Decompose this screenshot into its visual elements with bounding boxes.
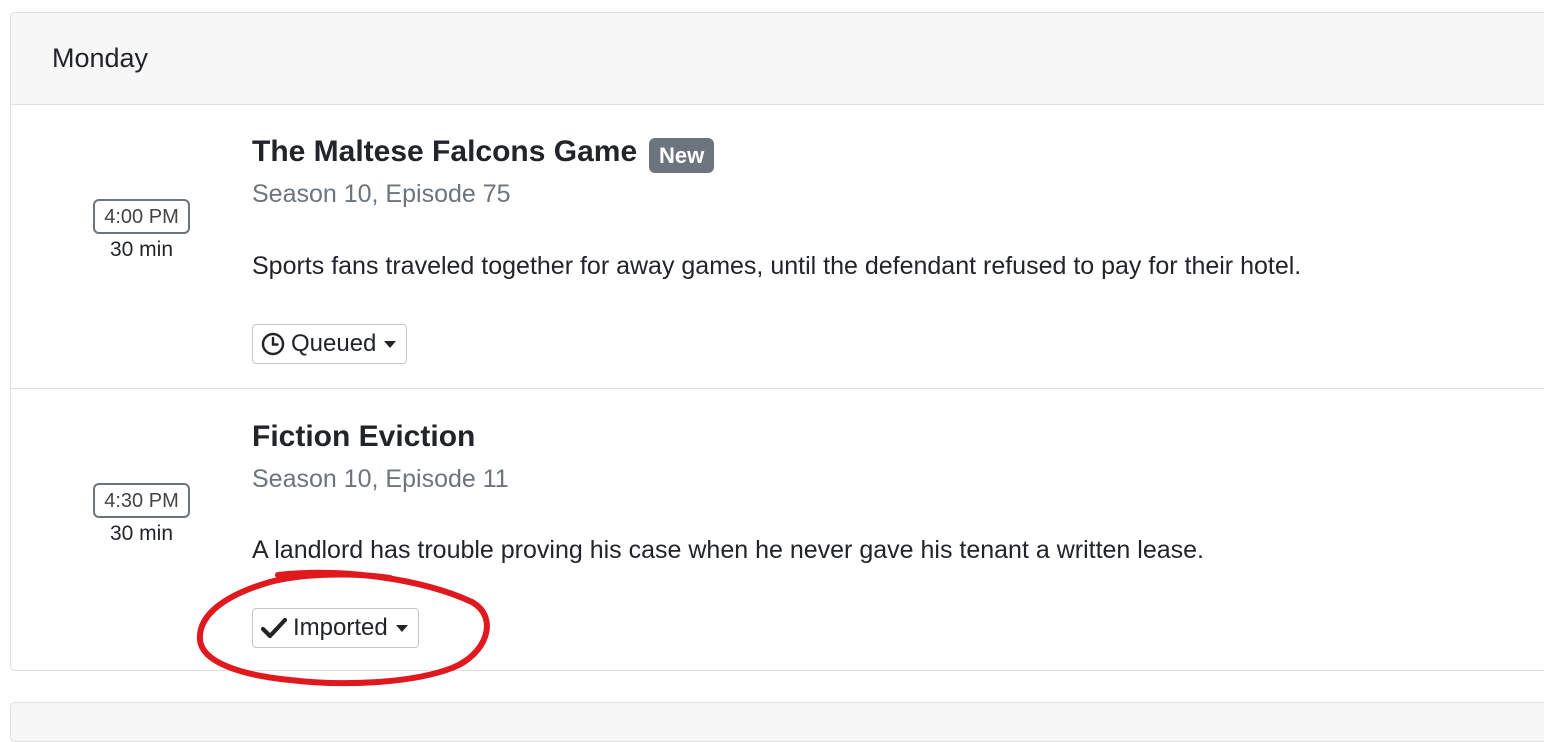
episode-title[interactable]: The Maltese Falcons Game <box>252 135 637 169</box>
day-header: Monday <box>11 13 1544 105</box>
airtime-block: 4:00 PM 30 min <box>93 199 190 262</box>
status-dropdown-button[interactable]: Queued <box>252 324 408 364</box>
episode-description: Sports fans traveled together for away g… <box>252 252 1302 280</box>
schedule-day-card: Monday 4:00 PM 30 min The Maltese Falcon… <box>10 12 1544 671</box>
status-label: Imported <box>293 614 388 641</box>
episode-season-number: Season 10, Episode 11 <box>252 465 509 493</box>
airtime-block: 4:30 PM 30 min <box>93 483 190 546</box>
chevron-down-icon <box>384 340 397 348</box>
episode-season-number: Season 10, Episode 75 <box>252 180 511 208</box>
row-divider <box>11 388 1544 389</box>
episode-duration: 30 min <box>109 238 174 261</box>
status-label: Queued <box>291 330 377 357</box>
airtime-badge: 4:30 PM <box>93 483 190 518</box>
next-day-card <box>10 702 1544 742</box>
status-dropdown-button[interactable]: Imported <box>252 608 419 648</box>
airtime-badge: 4:00 PM <box>93 199 190 234</box>
checkmark-icon <box>261 616 287 640</box>
episode-duration: 30 min <box>109 522 174 545</box>
episode-description: A landlord has trouble proving his case … <box>252 536 1204 564</box>
chevron-down-icon <box>395 624 408 632</box>
episode-title[interactable]: Fiction Eviction <box>252 420 475 454</box>
new-badge: New <box>649 138 715 173</box>
day-title: Monday <box>52 43 149 73</box>
clock-icon <box>261 332 285 356</box>
